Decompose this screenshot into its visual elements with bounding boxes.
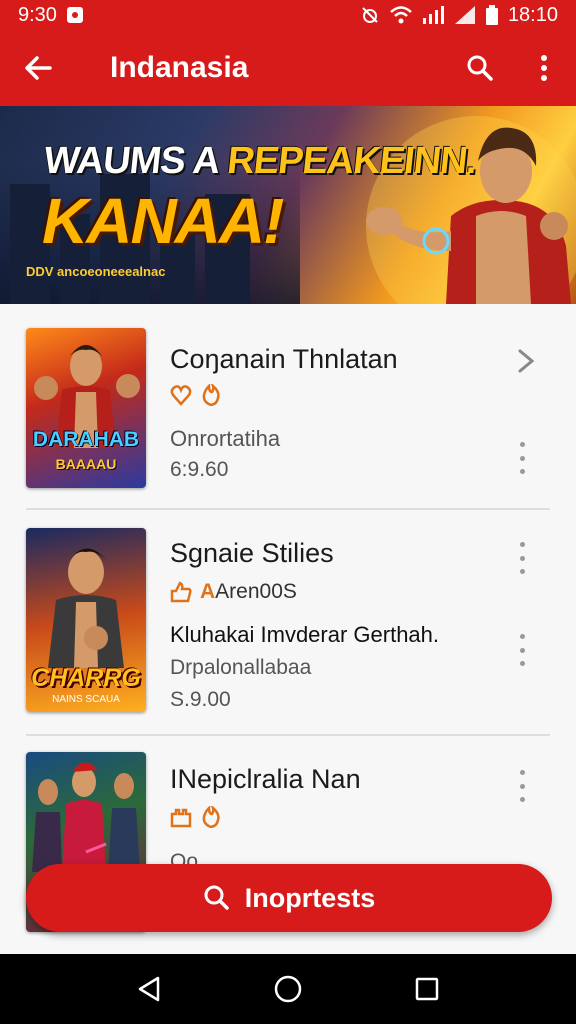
item-rating [170,384,222,406]
rating-text: Aren00S [215,580,297,603]
arrow-back-icon [25,56,52,80]
notification-icon [66,7,83,23]
thumbnail-title: DARAHAB [32,428,140,451]
item-rating [170,806,222,828]
item-rating: A Aren00S [170,580,297,604]
banner-headline-big: KANAA! [42,185,284,257]
square-recents-icon [415,977,438,1001]
wifi-icon [390,6,412,24]
banner-tagline: DDV ancoeoneeealnac [26,264,166,279]
thumbnail-subtitle: NAINS SCAUA [52,694,120,705]
page-title: Indanasia [110,51,249,84]
app-bar: Indanasia [0,30,576,106]
list-item[interactable]: DARAHAB BAAAAU Coŋanain Thnlatan Onrorta… [0,304,576,510]
item-subtitle-2: Drpalonallabaa [170,656,312,679]
item-title: INepiclralia Nan [170,764,361,794]
triangle-back-icon [139,976,160,1002]
item-thumbnail: CHARRG NAINS SCAUA [26,528,146,712]
chevron-right-icon[interactable] [516,348,536,374]
more-vert-icon [541,55,547,81]
signal-icon-2 [454,6,475,24]
status-time-left: 9:30 [18,3,57,26]
item-price: S.9.00 [170,688,231,711]
status-time-right: 18:10 [507,3,558,26]
search-button[interactable] [448,30,512,106]
status-left: 9:30 [18,4,83,27]
item-title: Coŋanain Thnlatan [170,344,398,374]
rating-prefix-icon: A [200,580,216,603]
overflow-menu-button[interactable] [512,30,576,106]
signal-icon [422,6,444,24]
search-icon [467,55,493,81]
banner-hero-illustration [366,116,576,304]
item-subtitle: Kluhakai Imvderar Gerthah. [170,622,440,647]
battery-icon [485,5,498,25]
castle-icon [170,808,192,828]
thumbs-up-icon [170,581,192,603]
item-more-button[interactable] [512,770,532,802]
back-button[interactable] [0,30,76,106]
thumbnail-subtitle: BAAAAU [55,456,117,472]
primary-action-label: Inoprtests [244,882,376,913]
heart-icon [170,385,192,406]
flame-icon [202,384,220,406]
item-title: Sgnaie Stilies [170,538,334,568]
item-more-button-2[interactable] [512,634,532,666]
flame-icon [202,806,220,828]
promo-banner[interactable]: WAUMS A REPEAKEINN. KANAA! DDV ancoeonee… [0,106,576,304]
search-icon [204,885,229,910]
nav-home-button[interactable] [264,965,312,1013]
thumbnail-title: CHARRG [31,664,141,692]
item-thumbnail: DARAHAB BAAAAU [26,328,146,488]
circle-home-icon [274,975,302,1003]
item-subtitle: Onrortatiha [170,426,281,451]
primary-action-button[interactable]: Inoprtests [26,864,552,932]
item-more-button[interactable] [512,442,532,474]
alarm-icon [362,7,378,23]
system-nav-bar [0,954,576,1024]
list-item[interactable]: CHARRG NAINS SCAUA Sgnaie Stilies A Aren… [0,510,576,736]
nav-back-button[interactable] [125,965,173,1013]
status-bar: 9:30 18:10 [0,0,576,30]
banner-headline: WAUMS A REPEAKEINN. [41,140,479,182]
nav-recents-button[interactable] [403,965,451,1013]
item-more-button[interactable] [512,542,532,574]
status-right: 18:10 [360,4,558,27]
item-price: 6:9.60 [170,458,229,481]
